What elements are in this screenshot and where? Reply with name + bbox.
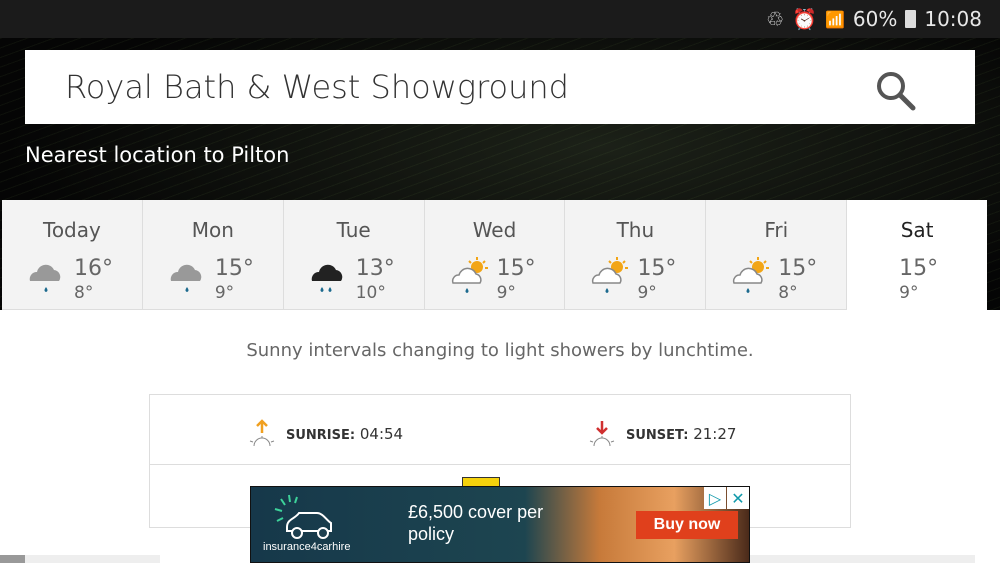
high-temp: 16° <box>74 256 113 281</box>
location-search-input[interactable] <box>65 68 865 106</box>
low-temp: 8° <box>74 283 94 303</box>
day-label: Fri <box>764 218 789 242</box>
car-sun-logo-icon <box>274 494 332 539</box>
day-label: Wed <box>472 218 517 242</box>
high-temp: 15° <box>778 256 818 281</box>
day-tab-mon[interactable]: Mon 15° 9° <box>142 200 284 310</box>
day-tab-today[interactable]: Today 16° 8° <box>2 200 143 310</box>
high-temp: 15° <box>496 256 536 281</box>
sunset-icon <box>589 421 615 447</box>
low-temp: 10° <box>355 283 386 303</box>
day-label: Mon <box>191 218 234 242</box>
black-cloud-heavy-rain-icon <box>311 264 343 292</box>
day-label: Tue <box>336 218 371 242</box>
high-temp: 15° <box>899 256 939 281</box>
sunny-intervals-shower-icon <box>733 257 770 293</box>
battery-icon <box>905 10 917 28</box>
high-temp: 15° <box>214 256 254 281</box>
sunset-time: 21:27 <box>693 425 737 443</box>
day-tab-thu[interactable]: Thu 15° 9° <box>565 200 707 310</box>
day-label: Today <box>43 218 101 242</box>
grey-cloud-light-rain-icon <box>29 264 61 292</box>
adchoices-icon[interactable]: ▷ <box>704 487 726 509</box>
sunset-label: SUNSET: <box>626 428 689 443</box>
nearest-location-text: Nearest location to Pilton <box>25 143 290 167</box>
day-tab-wed[interactable]: Wed 15° 9° <box>424 200 566 310</box>
high-temp: 15° <box>637 256 677 281</box>
bottom-strip <box>0 555 1000 563</box>
battery-percent: 60% <box>852 7 898 31</box>
sunrise-label: SUNRISE: <box>286 428 356 443</box>
low-temp: 9° <box>496 283 516 303</box>
search-bar[interactable] <box>25 50 975 124</box>
day-tabs: Today 16° 8° Mon 15° 9° Tue 13° 10° Wed 15° 9° Thu 15… <box>2 200 988 310</box>
search-icon[interactable] <box>875 70 917 112</box>
day-label: Thu <box>616 218 655 242</box>
sunny-intervals-shower-icon <box>592 257 629 293</box>
sunrise-icon <box>249 419 275 447</box>
recycle-icon: ♲ <box>766 7 785 31</box>
buy-now-button[interactable]: Buy now <box>636 511 738 539</box>
close-ad-icon[interactable]: ✕ <box>727 487 749 509</box>
status-bar: ♲ ⏰ 📶 60% 10:08 <box>0 0 1000 38</box>
low-temp: 9° <box>637 283 657 303</box>
grey-cloud-light-rain-icon <box>170 264 202 292</box>
wifi-signal-icon: 📶 <box>824 9 845 29</box>
day-tab-fri[interactable]: Fri 15° 8° <box>706 200 848 310</box>
low-temp: 9° <box>899 283 919 303</box>
day-label: Sat <box>900 218 934 242</box>
day-tab-tue[interactable]: Tue 13° 10° <box>283 200 425 310</box>
high-temp: 13° <box>355 256 395 281</box>
sunrise-time: 04:54 <box>359 425 404 443</box>
advertiser-name: insurance4carhire <box>263 541 351 553</box>
sunny-intervals-shower-icon <box>451 257 488 293</box>
clock: 10:08 <box>924 7 982 31</box>
advert-text: £6,500 cover per policy <box>408 502 544 544</box>
alarm-icon: ⏰ <box>792 7 817 31</box>
day-tab-sat[interactable]: Sat 15° 9° <box>847 200 988 310</box>
advert-banner[interactable]: insurance4carhire £6,500 cover per polic… <box>250 486 750 563</box>
low-temp: 8° <box>778 283 798 303</box>
low-temp: 9° <box>214 283 235 303</box>
forecast-summary: Sunny intervals changing to light shower… <box>246 340 754 361</box>
